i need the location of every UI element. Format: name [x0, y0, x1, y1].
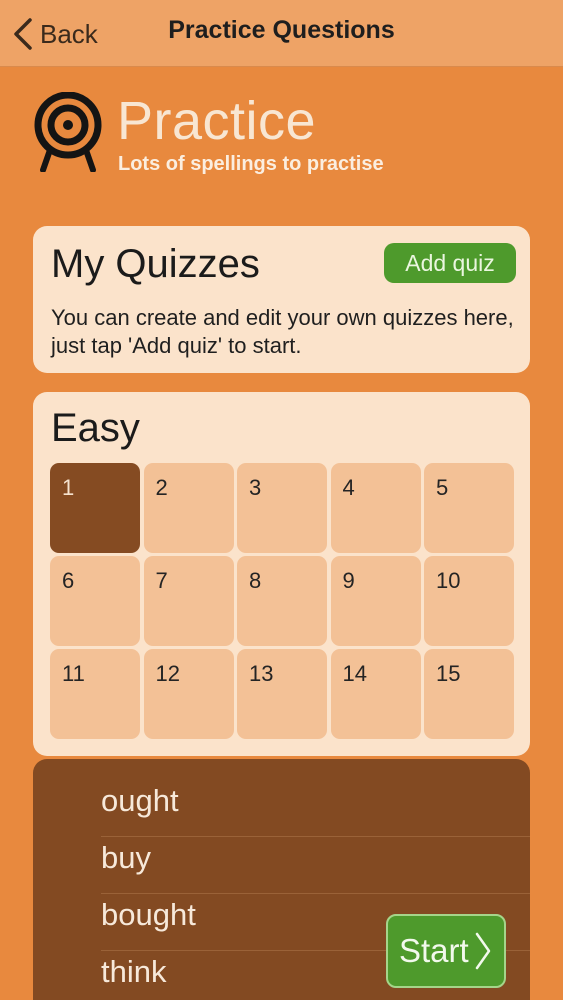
quiz-number: 6	[62, 568, 75, 593]
start-label: Start	[399, 932, 469, 969]
target-icon	[34, 92, 102, 172]
quiz-cell-5[interactable]: 5	[424, 463, 514, 553]
chevron-right-icon	[475, 932, 490, 970]
quiz-number: 1	[62, 475, 75, 500]
word-divider	[101, 836, 530, 837]
quiz-number: 12	[155, 661, 180, 686]
quiz-number: 2	[155, 475, 168, 500]
my-quizzes-card: My Quizzes Add quiz You can create and e…	[33, 226, 530, 373]
practice-title: Practice	[117, 91, 317, 151]
my-quizzes-description: You can create and edit your own quizzes…	[51, 305, 514, 358]
page-title-text: Practice Questions	[168, 16, 395, 44]
page-title: Practice Questions	[0, 16, 563, 45]
quiz-number: 11	[62, 661, 85, 686]
quiz-cell-2[interactable]: 2	[143, 463, 234, 553]
word-item: buy	[101, 840, 151, 875]
quiz-number: 4	[342, 475, 355, 500]
practice-header: Practice Lots of spellings to practise	[30, 90, 530, 180]
add-quiz-button[interactable]: Add quiz	[384, 243, 516, 283]
quiz-number: 8	[249, 568, 262, 593]
quiz-cell-3[interactable]: 3	[237, 463, 327, 553]
quiz-cell-8[interactable]: 8	[237, 556, 327, 646]
quiz-cell-10[interactable]: 10	[424, 556, 514, 646]
quiz-number: 13	[249, 661, 274, 686]
quiz-number: 5	[436, 475, 449, 500]
quiz-number: 15	[436, 661, 461, 686]
quiz-cell-6[interactable]: 6	[50, 556, 140, 646]
quiz-cell-13[interactable]: 13	[237, 649, 327, 739]
quiz-cell-11[interactable]: 11	[50, 649, 140, 739]
navigation-bar: Back Practice Questions	[0, 0, 563, 67]
quiz-number: 10	[436, 568, 461, 593]
word-item: ought	[101, 783, 179, 818]
easy-quizzes-card: Easy 1 2 3 4 5 6 7 8 9 10 11 12 13 14 15	[33, 392, 530, 756]
start-button[interactable]: Start	[386, 914, 506, 988]
quiz-number: 9	[342, 568, 355, 593]
word-divider	[101, 893, 530, 894]
quiz-number: 7	[155, 568, 168, 593]
quiz-cell-12[interactable]: 12	[143, 649, 234, 739]
quiz-number: 3	[249, 475, 262, 500]
quiz-cell-14[interactable]: 14	[330, 649, 421, 739]
quiz-cell-7[interactable]: 7	[143, 556, 234, 646]
quiz-cell-4[interactable]: 4	[330, 463, 421, 553]
easy-title: Easy	[51, 406, 140, 450]
quiz-cell-1[interactable]: 1	[50, 463, 140, 553]
quiz-cell-9[interactable]: 9	[330, 556, 421, 646]
practice-subtitle: Lots of spellings to practise	[118, 153, 384, 175]
quiz-cell-15[interactable]: 15	[424, 649, 514, 739]
my-quizzes-title: My Quizzes	[51, 242, 260, 286]
quiz-number: 14	[342, 661, 367, 686]
quiz-grid: 1 2 3 4 5 6 7 8 9 10 11 12 13 14 15	[50, 463, 514, 739]
